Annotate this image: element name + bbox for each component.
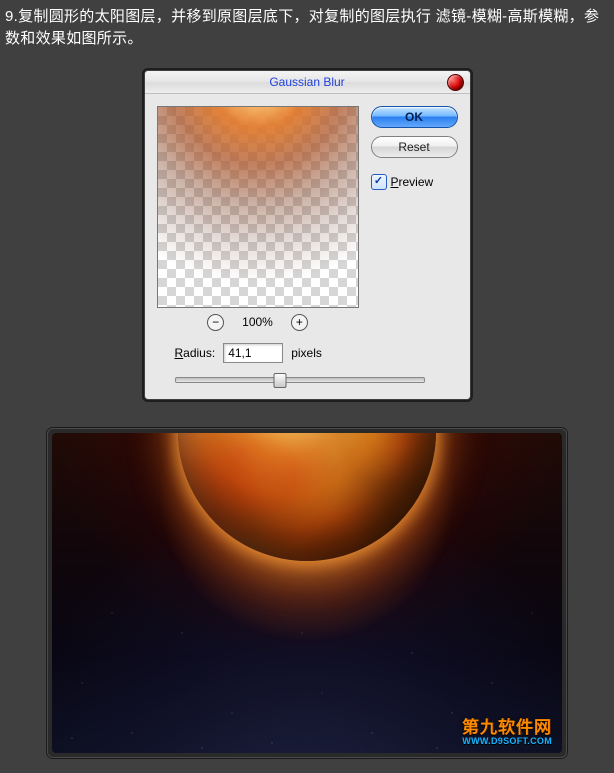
zoom-out-button[interactable]: −: [207, 314, 224, 331]
page: 9.复制圆形的太阳图层，并移到原图层底下，对复制的图层执行 滤镜-模糊-高斯模糊…: [0, 0, 614, 773]
radius-slider[interactable]: [175, 372, 425, 385]
dialog-title-bar[interactable]: Gaussian Blur: [145, 71, 470, 94]
dialog-body: − 100% + OK Reset ✓ Preview: [145, 94, 470, 335]
controls-column: OK Reset ✓ Preview: [371, 106, 458, 331]
radius-label: Radius:: [175, 346, 216, 360]
slider-thumb[interactable]: [273, 373, 286, 388]
preview-glow: [158, 107, 358, 307]
preview-label: Preview: [391, 175, 434, 189]
preview-image[interactable]: [157, 106, 359, 308]
ok-button[interactable]: OK: [371, 106, 458, 128]
result-frame: 第九软件网 WWW.D9SOFT.COM: [47, 428, 567, 758]
zoom-percent: 100%: [242, 315, 273, 329]
watermark-sub: WWW.D9SOFT.COM: [462, 737, 552, 746]
preview-checkbox[interactable]: ✓: [371, 174, 387, 190]
zoom-controls: − 100% +: [157, 314, 359, 331]
gaussian-blur-dialog: Gaussian Blur − 100% +: [144, 70, 471, 400]
slider-track: [175, 377, 425, 383]
radius-row: Radius: pixels: [175, 343, 452, 363]
instruction-text: 9.复制圆形的太阳图层，并移到原图层底下，对复制的图层执行 滤镜-模糊-高斯模糊…: [0, 0, 614, 68]
dialog-frame: Gaussian Blur − 100% +: [142, 68, 473, 402]
radius-unit: pixels: [291, 346, 322, 360]
zoom-in-button[interactable]: +: [291, 314, 308, 331]
radius-input[interactable]: [223, 343, 283, 363]
preview-checkbox-row[interactable]: ✓ Preview: [371, 174, 458, 190]
planet-texture: [178, 433, 436, 561]
result-image: 第九软件网 WWW.D9SOFT.COM: [52, 433, 562, 753]
watermark-main: 第九软件网: [462, 719, 552, 737]
radius-area: Radius: pixels: [145, 335, 470, 399]
watermark: 第九软件网 WWW.D9SOFT.COM: [462, 719, 552, 746]
preview-column: − 100% +: [157, 106, 359, 331]
dialog-title: Gaussian Blur: [269, 75, 344, 89]
sun-planet: [178, 433, 436, 561]
reset-button[interactable]: Reset: [371, 136, 458, 158]
close-icon[interactable]: [447, 74, 464, 91]
